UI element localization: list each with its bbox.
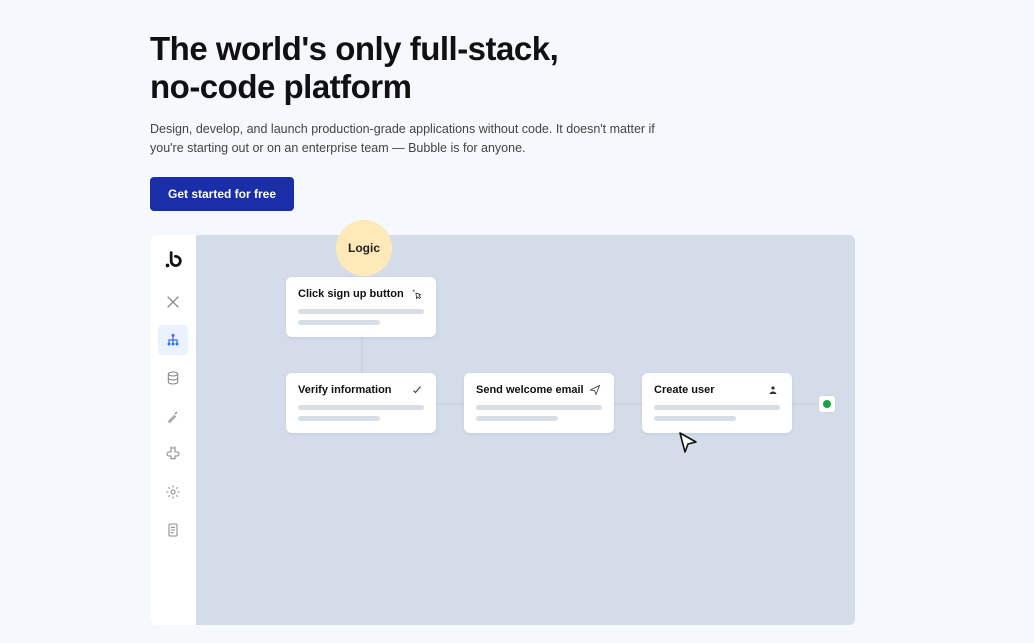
connector xyxy=(436,403,464,405)
success-dot-icon xyxy=(823,400,831,408)
settings-icon[interactable] xyxy=(158,477,188,507)
data-icon[interactable] xyxy=(158,363,188,393)
connector xyxy=(614,403,642,405)
workflow-node[interactable]: Verify information xyxy=(286,373,436,433)
logic-chip: Logic xyxy=(336,220,392,276)
workflow-icon[interactable] xyxy=(158,325,188,355)
headline-line-1: The world's only full-stack, xyxy=(150,30,558,67)
get-started-button[interactable]: Get started for free xyxy=(150,177,294,211)
editor-canvas: Logic Click sign up button Verify inform… xyxy=(196,235,855,625)
styles-icon[interactable] xyxy=(158,401,188,431)
node-label: Send welcome email xyxy=(476,384,584,396)
logs-icon[interactable] xyxy=(158,515,188,545)
plugins-icon[interactable] xyxy=(158,439,188,469)
editor-sidebar xyxy=(150,235,196,625)
workflow-node[interactable]: Send welcome email xyxy=(464,373,614,433)
headline-line-2: no-code platform xyxy=(150,68,412,105)
design-icon[interactable] xyxy=(158,287,188,317)
subheadline: Design, develop, and launch production-g… xyxy=(150,120,670,159)
editor-mock: Logic Click sign up button Verify inform… xyxy=(150,235,855,625)
bubble-logo xyxy=(160,247,186,273)
node-label: Verify information xyxy=(298,384,392,396)
workflow-node[interactable]: Create user xyxy=(642,373,792,433)
user-icon xyxy=(766,383,780,397)
pointer-cursor-icon xyxy=(676,430,700,454)
connector xyxy=(361,335,363,375)
workflow-node[interactable]: Click sign up button xyxy=(286,277,436,337)
cursor-click-icon xyxy=(410,287,424,301)
check-icon xyxy=(410,383,424,397)
node-label: Click sign up button xyxy=(298,288,404,300)
node-label: Create user xyxy=(654,384,715,396)
end-node[interactable] xyxy=(818,395,836,413)
connector xyxy=(792,403,818,405)
send-icon xyxy=(588,383,602,397)
headline: The world's only full-stack, no-code pla… xyxy=(150,30,884,106)
